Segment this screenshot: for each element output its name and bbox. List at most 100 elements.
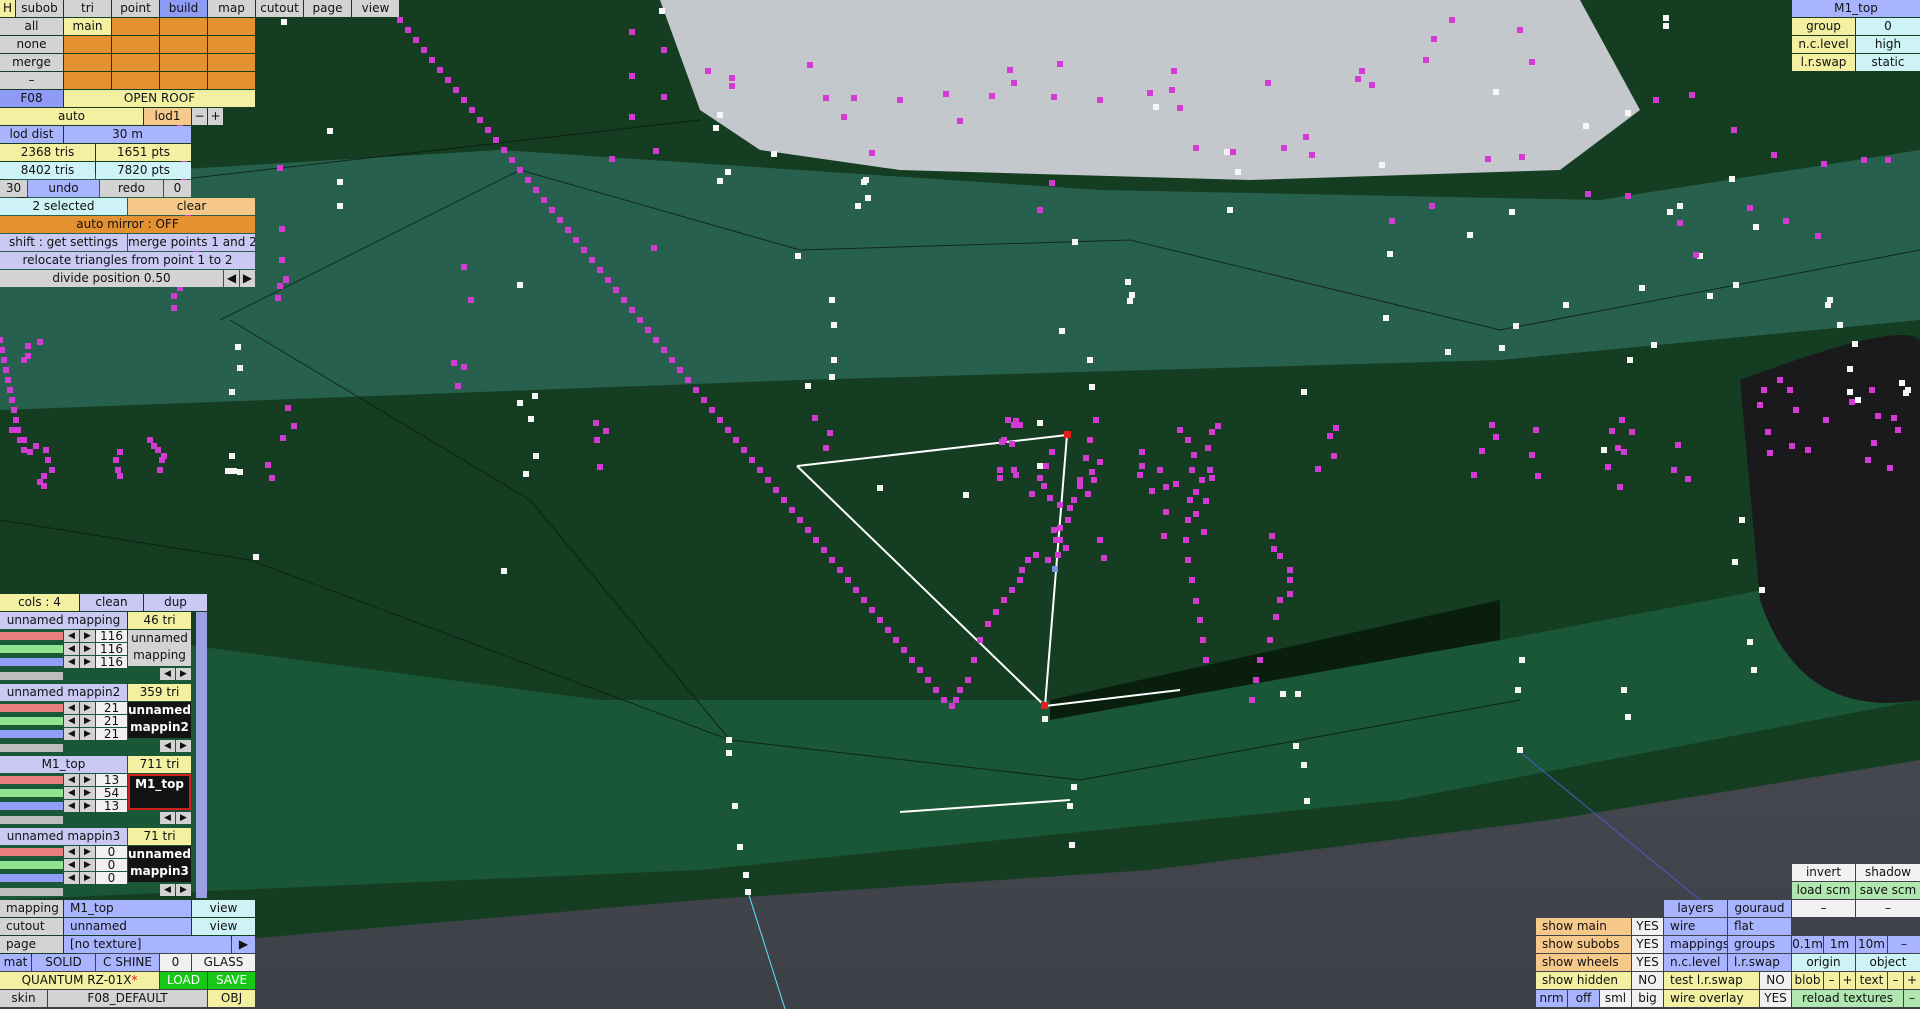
value-left-arrow-icon[interactable]: ◀	[64, 630, 79, 642]
layer-slot[interactable]	[112, 54, 159, 71]
vertex-point[interactable]	[861, 179, 867, 185]
vertex-point[interactable]	[1729, 176, 1735, 182]
layer-slot[interactable]	[64, 72, 111, 89]
vertex-point[interactable]	[337, 179, 343, 185]
value-right-arrow-icon[interactable]: ▶	[80, 800, 95, 812]
color-swatch[interactable]	[0, 645, 63, 653]
value-left-arrow-icon[interactable]: ◀	[64, 702, 79, 714]
vertex-point[interactable]	[1304, 798, 1310, 804]
select-all-button[interactable]: all	[0, 18, 63, 35]
dash-button-2[interactable]: –	[1856, 900, 1920, 917]
nc-level-value[interactable]: high	[1856, 36, 1920, 53]
reload-minus-button[interactable]: –	[1904, 990, 1920, 1007]
vertex-point[interactable]	[1513, 323, 1519, 329]
vertex-point[interactable]	[743, 872, 749, 878]
skin-value[interactable]: F08_DEFAULT	[48, 990, 207, 1007]
select-none-button[interactable]: none	[0, 36, 63, 53]
vertex-point[interactable]	[726, 750, 732, 756]
main-layer-button[interactable]: main	[64, 18, 111, 35]
layer-slot[interactable]	[160, 18, 207, 35]
vertex-point[interactable]	[528, 416, 534, 422]
color-swatch[interactable]	[0, 848, 63, 856]
vertex-point[interactable]	[865, 195, 871, 201]
vertex-point[interactable]	[532, 393, 538, 399]
value-left-arrow-icon[interactable]: ◀	[64, 872, 79, 884]
relocate-triangles-button[interactable]: relocate triangles from point 1 to 2	[0, 252, 255, 269]
layer-slot[interactable]	[64, 36, 111, 53]
solid-button[interactable]: SOLID	[32, 954, 95, 971]
vertex-point[interactable]	[1153, 104, 1159, 110]
color-swatch[interactable]	[0, 802, 63, 810]
value-left-arrow-icon[interactable]: ◀	[64, 846, 79, 858]
3d-viewport[interactable]	[0, 0, 1920, 1009]
vertex-point[interactable]	[1037, 463, 1043, 469]
vertex-point[interactable]	[1759, 587, 1765, 593]
undo-button[interactable]: undo	[28, 180, 99, 197]
layer-slot[interactable]	[208, 54, 255, 71]
preview-right-arrow-icon[interactable]: ▶	[176, 884, 191, 896]
vertex-point[interactable]	[1224, 149, 1230, 155]
reload-textures-button[interactable]: reload textures	[1792, 990, 1903, 1007]
vertex-point[interactable]	[1563, 302, 1569, 308]
value-left-arrow-icon[interactable]: ◀	[64, 715, 79, 727]
vertex-point[interactable]	[1499, 345, 1505, 351]
dup-button[interactable]: dup	[144, 594, 207, 611]
mapping-value[interactable]: 13	[96, 800, 127, 812]
vertex-point[interactable]	[229, 389, 235, 395]
cutout-value[interactable]: unnamed	[64, 918, 191, 935]
mapping-name[interactable]: unnamed mappin3	[0, 828, 127, 845]
vertex-point[interactable]	[1295, 691, 1301, 697]
tab-point[interactable]: point	[112, 0, 159, 17]
vertex-point[interactable]	[517, 282, 523, 288]
vertex-point[interactable]	[795, 253, 801, 259]
vertex-point[interactable]	[523, 471, 529, 477]
value-left-arrow-icon[interactable]: ◀	[64, 859, 79, 871]
vertex-point[interactable]	[1517, 747, 1523, 753]
vertex-point[interactable]	[1837, 322, 1843, 328]
big-button[interactable]: big	[1632, 990, 1663, 1007]
lod-minus-button[interactable]: −	[192, 108, 207, 125]
vertex-point[interactable]	[1059, 328, 1065, 334]
value-left-arrow-icon[interactable]: ◀	[64, 656, 79, 668]
value-left-arrow-icon[interactable]: ◀	[64, 643, 79, 655]
color-swatch[interactable]	[0, 632, 63, 640]
mapping-value[interactable]: 54	[96, 787, 127, 799]
vertex-point[interactable]	[1677, 203, 1683, 209]
mapping-value[interactable]: 21	[96, 715, 127, 727]
page-value[interactable]: [no texture]	[64, 936, 231, 953]
vertex-point[interactable]	[1042, 716, 1048, 722]
vertex-point[interactable]	[1825, 302, 1831, 308]
preview-right-arrow-icon[interactable]: ▶	[176, 812, 191, 824]
grid-minus-button[interactable]: –	[1888, 936, 1920, 953]
object-button[interactable]: object	[1856, 954, 1920, 971]
vertex-point[interactable]	[1625, 714, 1631, 720]
vertex-point[interactable]	[1639, 285, 1645, 291]
vertex-point[interactable]	[726, 737, 732, 743]
cols-button[interactable]: cols : 4	[0, 594, 79, 611]
wire-overlay-toggle[interactable]: YES	[1760, 990, 1791, 1007]
tab-cutout[interactable]: cutout	[256, 0, 303, 17]
mapping-value[interactable]: M1_top	[64, 900, 191, 917]
show-wheels-toggle[interactable]: YES	[1632, 954, 1663, 971]
color-swatch[interactable]	[0, 776, 63, 784]
show-subobs-toggle[interactable]: YES	[1632, 936, 1663, 953]
wire-button[interactable]: wire	[1664, 918, 1727, 935]
divide-left-arrow-icon[interactable]: ◀	[224, 270, 239, 287]
mapping-view-button[interactable]: view	[192, 900, 255, 917]
mapping-value[interactable]: 0	[96, 846, 127, 858]
c-shine-button[interactable]: C SHINE	[96, 954, 159, 971]
vertex-point[interactable]	[501, 568, 507, 574]
vertex-point[interactable]	[1089, 384, 1095, 390]
flat-button[interactable]: flat	[1728, 918, 1791, 935]
show-hidden-toggle[interactable]: NO	[1632, 972, 1663, 989]
vertex-point[interactable]	[1519, 657, 1525, 663]
layer-slot[interactable]	[160, 72, 207, 89]
save-car-button[interactable]: SAVE	[208, 972, 255, 989]
cutout-view-button[interactable]: view	[192, 918, 255, 935]
vertex-point[interactable]	[253, 554, 259, 560]
lod-dist-value[interactable]: 30 m	[64, 126, 191, 143]
origin-button[interactable]: origin	[1792, 954, 1855, 971]
vertex-point[interactable]	[1125, 279, 1131, 285]
color-swatch[interactable]	[0, 861, 63, 869]
off-button[interactable]: off	[1568, 990, 1599, 1007]
